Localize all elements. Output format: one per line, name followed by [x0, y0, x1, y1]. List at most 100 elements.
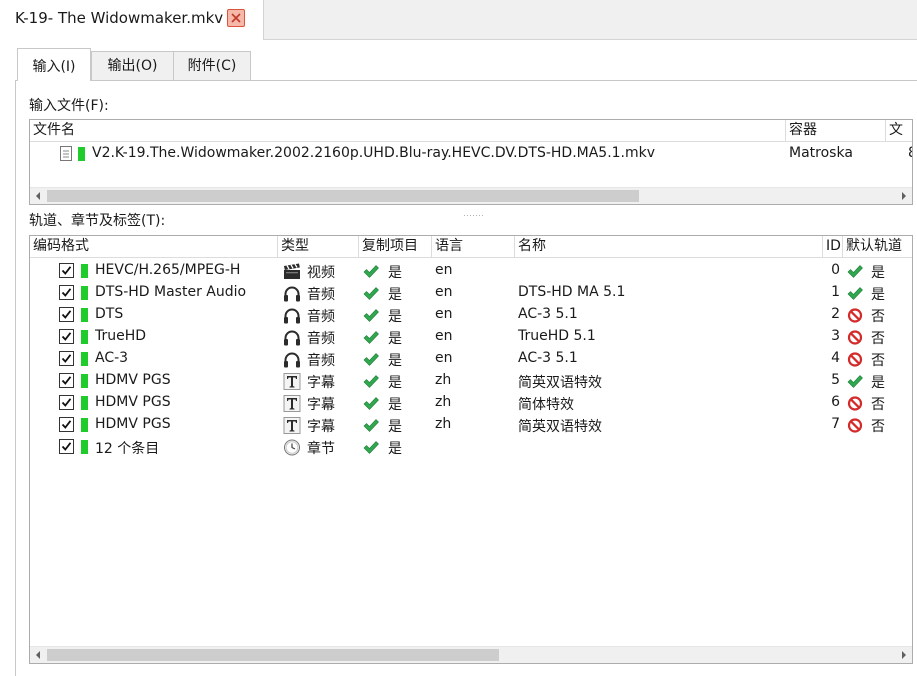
file-row[interactable]: V2.K-19.The.Widowmaker.2002.2160p.UHD.Bl… [30, 143, 912, 165]
column-header-extra[interactable]: 文 [886, 120, 912, 142]
input-files-hscrollbar[interactable] [30, 187, 912, 204]
track-type: 音频 [307, 287, 335, 303]
track-id: 7 [831, 416, 840, 432]
track-checkbox[interactable] [59, 307, 74, 322]
track-checkbox[interactable] [59, 395, 74, 410]
track-copy: 是 [388, 265, 402, 281]
track-name: AC-3 5.1 [518, 350, 578, 366]
track-checkbox[interactable] [59, 373, 74, 388]
check-icon [363, 396, 379, 411]
table-row[interactable]: HDMV PGS 字幕 是 zh 简英双语特效 7 否 [30, 414, 912, 436]
track-name: AC-3 5.1 [518, 306, 578, 322]
track-default: 否 [871, 331, 885, 347]
column-header-copy[interactable]: 复制项目 [359, 236, 432, 258]
track-name: 简体特效 [518, 397, 574, 413]
input-files-list[interactable]: 文件名 容器 文 V2.K-19.The.Widowmaker.2002.216… [29, 119, 913, 205]
scroll-left-icon[interactable] [30, 188, 47, 204]
track-codec: HDMV PGS [95, 372, 171, 388]
close-icon[interactable] [227, 9, 245, 27]
tab-input[interactable]: 输入(I) [17, 48, 91, 81]
track-checkbox[interactable] [59, 285, 74, 300]
track-name: 简英双语特效 [518, 419, 602, 435]
track-default: 否 [871, 419, 885, 435]
document-tab[interactable]: K-19- The Widowmaker.mkv [0, 0, 264, 40]
track-type: 字幕 [307, 397, 335, 413]
track-id: 5 [831, 372, 840, 388]
scrollbar-thumb[interactable] [47, 190, 639, 202]
file-extra: 8 [908, 145, 912, 161]
table-row[interactable]: AC-3 音频 是 en AC-3 5.1 4 否 [30, 348, 912, 370]
track-codec: DTS-HD Master Audio [95, 284, 247, 300]
table-row[interactable]: TrueHD 音频 是 en TrueHD 5.1 3 否 [30, 326, 912, 348]
column-header-codec[interactable]: 编码格式 [30, 236, 278, 258]
file-name: V2.K-19.The.Widowmaker.2002.2160p.UHD.Bl… [92, 145, 656, 161]
track-language: zh [435, 416, 452, 432]
column-header-default-track[interactable]: 默认轨道 [843, 236, 912, 258]
track-language: en [435, 262, 453, 278]
check-icon [363, 418, 379, 433]
table-row[interactable]: HEVC/H.265/MPEG-H 视频 是 en 0 是 [30, 260, 912, 282]
scroll-left-icon[interactable] [30, 647, 47, 663]
track-codec: 12 个条目 [95, 441, 160, 457]
track-copy: 是 [388, 419, 402, 435]
scroll-right-icon[interactable] [895, 188, 912, 204]
track-codec: DTS [95, 306, 124, 322]
track-status-marker [81, 286, 88, 300]
track-codec: HEVC/H.265/MPEG-H [95, 262, 241, 278]
tracks-list[interactable]: 编码格式 类型 复制项目 语言 名称 ID 默认轨道 HEVC/H.265/MP… [29, 235, 913, 664]
track-name: DTS-HD MA 5.1 [518, 284, 626, 300]
track-language: en [435, 306, 453, 322]
track-type: 音频 [307, 309, 335, 325]
table-row[interactable]: HDMV PGS 字幕 是 zh 简体特效 6 否 [30, 392, 912, 414]
column-header-container[interactable]: 容器 [786, 120, 886, 142]
headphones-icon [283, 351, 301, 368]
prohibited-icon [847, 396, 863, 411]
column-header-filename[interactable]: 文件名 [30, 120, 786, 142]
tab-output[interactable]: 输出(O) [91, 51, 174, 81]
table-row[interactable]: DTS-HD Master Audio 音频 是 en DTS-HD MA 5.1 1 是 [30, 282, 912, 304]
check-icon [363, 374, 379, 389]
splitter-grip[interactable] [464, 205, 484, 216]
video-clapper-icon [283, 263, 301, 280]
file-status-marker [78, 147, 85, 161]
track-checkbox[interactable] [59, 417, 74, 432]
headphones-icon [283, 285, 301, 302]
track-default: 是 [871, 287, 885, 303]
track-status-marker [81, 352, 88, 366]
check-icon [363, 264, 379, 279]
text-t-icon [283, 417, 301, 434]
column-header-type[interactable]: 类型 [278, 236, 359, 258]
prohibited-icon [847, 330, 863, 345]
table-row[interactable]: DTS 音频 是 en AC-3 5.1 2 否 [30, 304, 912, 326]
track-default: 否 [871, 309, 885, 325]
track-status-marker [81, 330, 88, 344]
track-id: 1 [831, 284, 840, 300]
scroll-right-icon[interactable] [895, 647, 912, 663]
scrollbar-thumb[interactable] [47, 649, 499, 661]
track-status-marker [81, 374, 88, 388]
track-checkbox[interactable] [59, 439, 74, 454]
tab-attachments[interactable]: 附件(C) [173, 51, 251, 81]
track-type: 视频 [307, 265, 335, 281]
tracks-hscrollbar[interactable] [30, 646, 912, 663]
column-header-name[interactable]: 名称 [515, 236, 823, 258]
track-copy: 是 [388, 397, 402, 413]
input-files-label: 输入文件(F): [29, 98, 109, 114]
column-header-language[interactable]: 语言 [432, 236, 515, 258]
column-header-id[interactable]: ID [823, 236, 843, 258]
headphones-icon [283, 307, 301, 324]
track-copy: 是 [388, 309, 402, 325]
check-icon [363, 308, 379, 323]
track-checkbox[interactable] [59, 263, 74, 278]
tracks-label: 轨道、章节及标签(T): [29, 213, 166, 229]
track-name: 简英双语特效 [518, 375, 602, 391]
track-copy: 是 [388, 287, 402, 303]
prohibited-icon [847, 418, 863, 433]
table-row[interactable]: 12 个条目 章节 是 [30, 436, 912, 458]
track-status-marker [81, 440, 88, 454]
file-icon [60, 146, 72, 161]
track-checkbox[interactable] [59, 329, 74, 344]
track-checkbox[interactable] [59, 351, 74, 366]
track-status-marker [81, 396, 88, 410]
table-row[interactable]: HDMV PGS 字幕 是 zh 简英双语特效 5 是 [30, 370, 912, 392]
